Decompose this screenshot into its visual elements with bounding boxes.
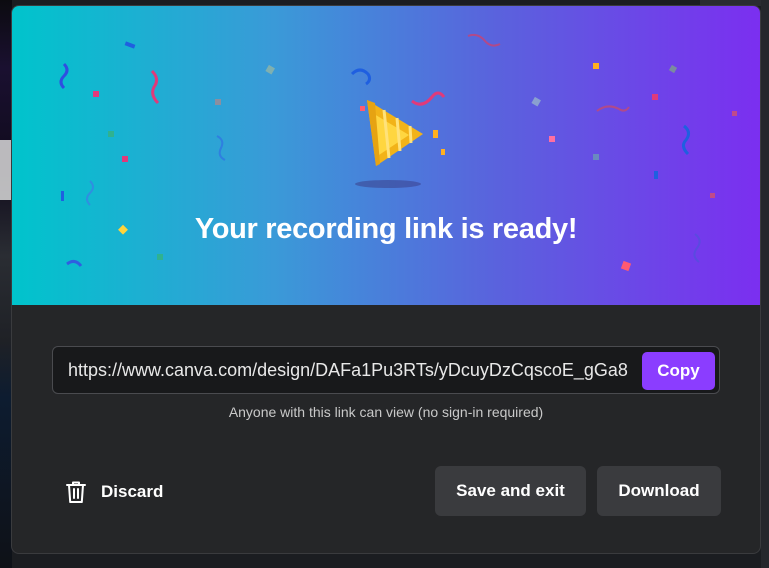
- download-button[interactable]: Download: [597, 466, 721, 516]
- save-and-exit-button[interactable]: Save and exit: [435, 466, 586, 516]
- discard-label: Discard: [101, 482, 164, 501]
- confetti-decoration: [59, 33, 737, 272]
- recording-link-text[interactable]: https://www.canva.com/design/DAFa1Pu3RTs…: [68, 360, 643, 381]
- recording-link-dialog: Your recording link is ready! https://ww…: [11, 5, 761, 554]
- copy-link-button[interactable]: Copy: [642, 352, 715, 390]
- dialog-title: Your recording link is ready!: [194, 213, 578, 245]
- hero-banner: Your recording link is ready!: [12, 6, 760, 305]
- link-permission-note: Anyone with this link can view (no sign-…: [228, 404, 544, 420]
- background-edge-right: [761, 0, 769, 568]
- trash-icon: [64, 479, 88, 505]
- recording-link-field[interactable]: https://www.canva.com/design/DAFa1Pu3RTs…: [52, 346, 720, 394]
- discard-button[interactable]: Discard: [64, 475, 163, 509]
- party-popper-icon: [355, 100, 423, 188]
